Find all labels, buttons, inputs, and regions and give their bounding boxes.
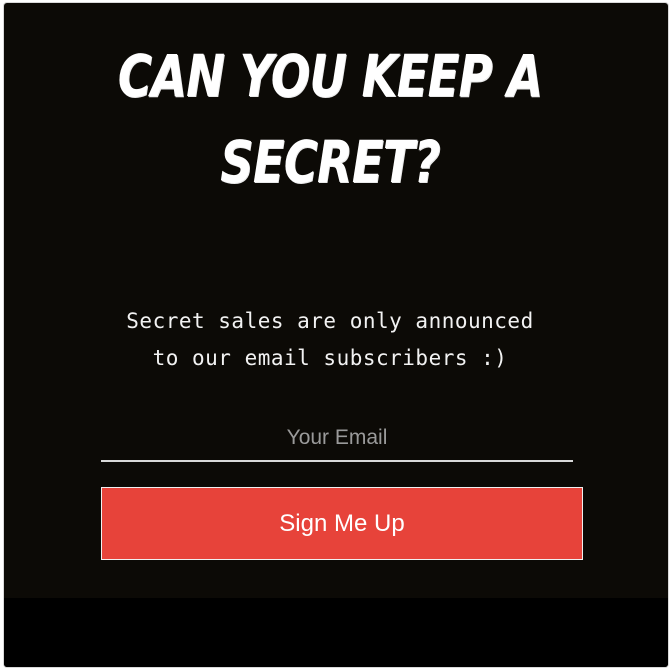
description-line-1: Secret sales are only announced <box>126 309 534 333</box>
sign-up-button[interactable]: Sign Me Up <box>101 487 583 560</box>
popup-headline: Can You Keep A Secret? <box>69 33 591 205</box>
description-line-2: to our email subscribers :) <box>152 346 508 370</box>
popup-description: Secret sales are only announced to our e… <box>4 303 656 377</box>
headline-line-2: Secret? <box>220 128 440 196</box>
email-field[interactable] <box>101 416 573 462</box>
bottom-band <box>4 598 668 667</box>
newsletter-popup: Can You Keep A Secret? Secret sales are … <box>4 3 668 667</box>
headline-line-1: Can You Keep A <box>117 42 543 110</box>
